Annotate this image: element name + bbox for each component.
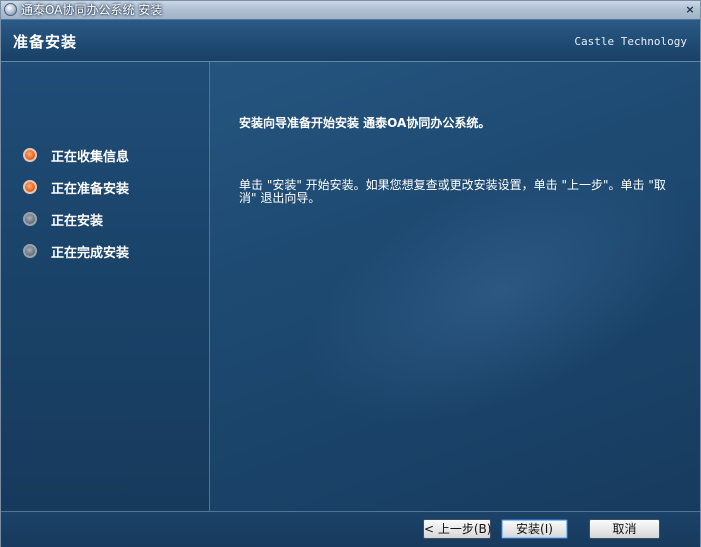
button-bar: < 上一步(B) 安装(I) 取消	[1, 511, 700, 547]
main-content: 安装向导准备开始安装 通泰OA协同办公系统。 单击 "安装" 开始安装。如果您想…	[210, 62, 700, 511]
window-title: 通泰OA协同办公系统 安装	[21, 3, 163, 17]
brand-label: Castle Technology	[574, 35, 687, 48]
background-glow	[263, 103, 700, 481]
title-bar[interactable]: 通泰OA协同办公系统 安装 ×	[1, 1, 700, 20]
step-prepare-install: 正在准备安装	[23, 171, 129, 203]
step-status-icon	[23, 244, 37, 258]
back-button[interactable]: < 上一步(B)	[423, 519, 491, 539]
step-finish-install: 正在完成安装	[23, 235, 129, 267]
main-description: 单击 "安装" 开始安装。如果您想复查或更改安装设置，单击 "上一步"。单击 "…	[239, 178, 666, 205]
steps-panel: 正在收集信息 正在准备安装 正在安装 正在完成安装	[1, 62, 210, 511]
cancel-button[interactable]: 取消	[589, 519, 660, 539]
step-label: 正在收集信息	[51, 149, 130, 165]
step-status-icon	[23, 212, 37, 226]
header-band: 准备安装 Castle Technology	[1, 20, 700, 62]
step-label: 正在完成安装	[51, 245, 130, 261]
close-button[interactable]: ×	[683, 3, 697, 16]
page-title: 准备安装	[13, 33, 78, 51]
step-status-icon	[23, 180, 37, 194]
app-icon	[4, 3, 17, 16]
step-installing: 正在安装	[23, 203, 129, 235]
step-status-icon	[23, 148, 37, 162]
step-label: 正在安装	[51, 213, 104, 229]
main-headline: 安装向导准备开始安装 通泰OA协同办公系统。	[239, 116, 491, 130]
installer-window: 通泰OA协同办公系统 安装 × 准备安装 Castle Technology 正…	[0, 0, 701, 547]
install-button[interactable]: 安装(I)	[501, 519, 568, 539]
step-collect-info: 正在收集信息	[23, 139, 129, 171]
step-label: 正在准备安装	[51, 181, 130, 197]
steps-list: 正在收集信息 正在准备安装 正在安装 正在完成安装	[23, 139, 129, 267]
